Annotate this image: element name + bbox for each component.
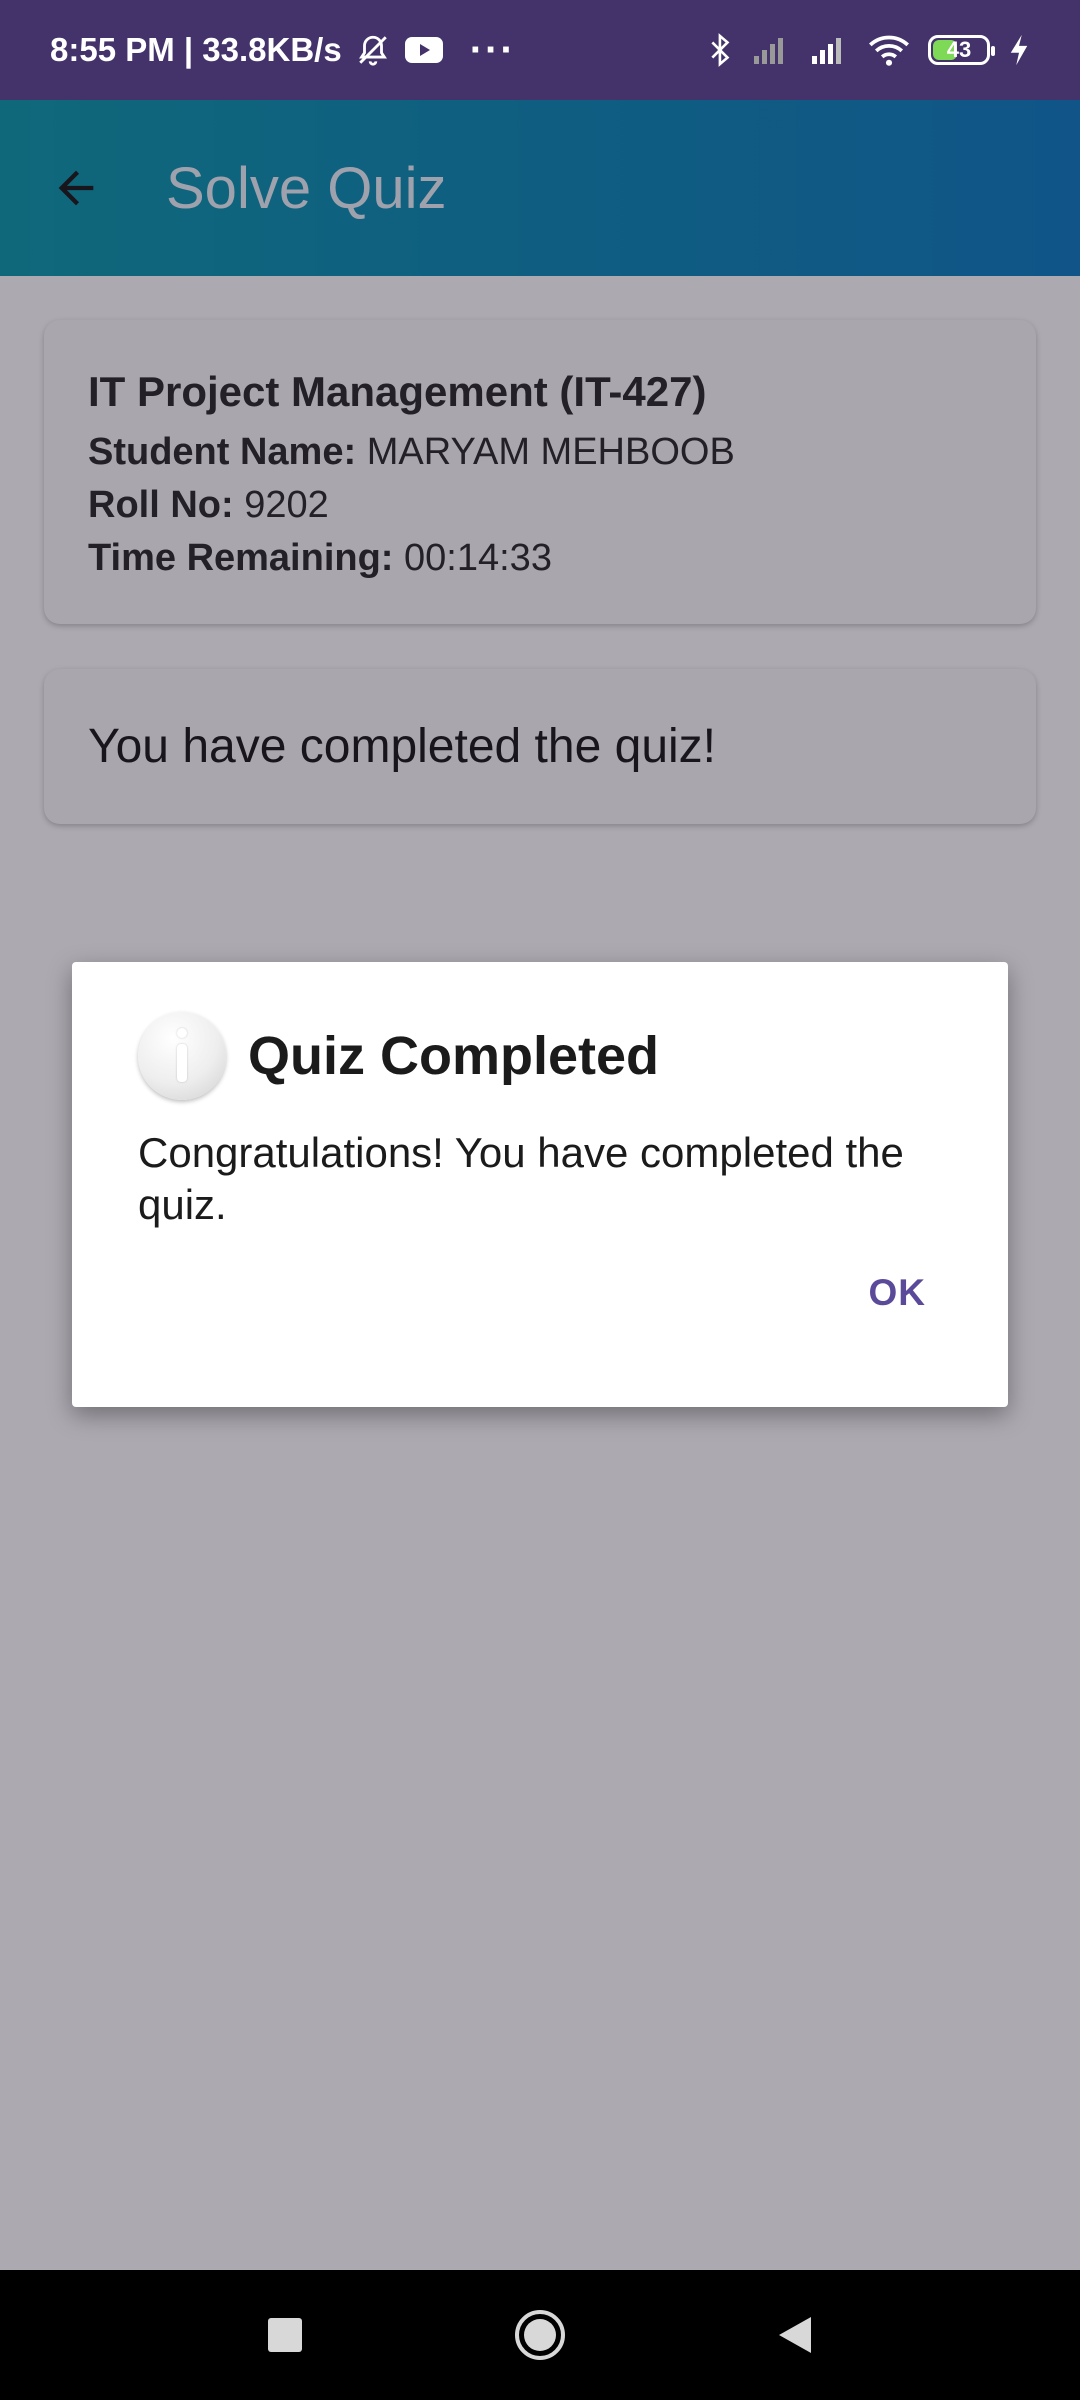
home-circle-icon [515,2310,565,2360]
status-left: 8:55 PM | 33.8KB/s ··· [50,28,516,73]
charging-icon [1008,33,1030,67]
signal-weak-icon [752,34,792,66]
status-time-speed: 8:55 PM | 33.8KB/s [50,31,342,68]
bluetooth-icon [708,32,734,68]
dialog-header: Quiz Completed [138,1012,659,1100]
back-nav-button[interactable] [755,2295,835,2375]
status-bar: 8:55 PM | 33.8KB/s ··· 43 [0,0,1080,100]
youtube-icon [404,35,444,65]
recents-square-icon [268,2318,302,2352]
system-nav-bar [0,2270,1080,2400]
quiz-completed-dialog: Quiz Completed Congratulations! You have… [72,962,1008,1407]
battery-icon: 43 [928,35,995,65]
wifi-icon [868,33,910,67]
ok-button[interactable]: OK [857,1262,939,1324]
info-icon [138,1012,226,1100]
signal-icon [810,34,850,66]
recents-button[interactable] [245,2295,325,2375]
dialog-message: Congratulations! You have completed the … [138,1129,904,1228]
home-button[interactable] [500,2295,580,2375]
back-triangle-icon [779,2317,811,2353]
battery-level: 43 [946,37,972,62]
status-right: 43 [708,32,1030,68]
dialog-title: Quiz Completed [248,1026,660,1086]
more-indicator: ··· [469,27,516,72]
alarm-off-icon [356,33,390,67]
